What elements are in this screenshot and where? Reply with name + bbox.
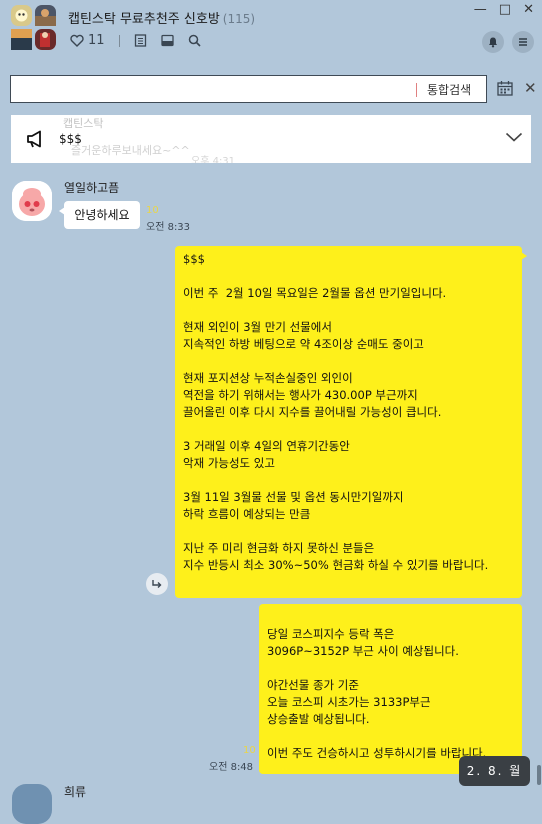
message-bubble[interactable]: $$$ 이번 주 2월 10일 목요일은 2월물 옵션 만기일입니다. 현재 외…: [175, 246, 527, 598]
search-icon[interactable]: [188, 34, 201, 47]
member-avatar: [35, 29, 56, 50]
message-line: $$$: [183, 252, 205, 266]
close-button[interactable]: ✕: [523, 2, 534, 17]
message-line: 오늘 코스피 시초가는 3133P부근: [267, 695, 431, 709]
message-line: [183, 523, 514, 540]
notification-button[interactable]: [482, 31, 504, 53]
message-line: [183, 302, 514, 319]
message-line: [267, 728, 514, 745]
minimize-button[interactable]: —: [474, 2, 487, 17]
document-icon[interactable]: [134, 34, 147, 47]
message-line: 현재 외인이 3월 만기 선물에서: [183, 320, 332, 334]
message-line: 지속적인 하방 베팅으로 약 4조이상 순매도 중이고: [183, 337, 424, 351]
heart-icon: [70, 34, 84, 47]
message-line: 현재 포지션상 누적손실중인 외인이: [183, 371, 353, 385]
member-avatar: [11, 5, 32, 26]
sender-name: 희류: [64, 785, 87, 799]
message-bubble[interactable]: 안녕하세요: [59, 201, 140, 229]
menu-button[interactable]: [512, 31, 534, 53]
message-line: 끌어올린 이후 다시 지수를 끌어내릴 가능성이 큽니다.: [183, 405, 442, 419]
room-name: 캡틴스탁 무료추천주 신호방: [68, 12, 220, 27]
member-count: (115): [222, 12, 256, 26]
likes-button[interactable]: 11: [70, 33, 105, 48]
message-line: 야간선물 종가 기준: [267, 678, 359, 692]
chevron-down-icon[interactable]: [505, 131, 523, 143]
unread-count: 10: [243, 745, 256, 756]
message-line: 3096P~3152P 부근 사이 예상됩니다.: [267, 644, 459, 658]
search-divider: [416, 83, 417, 97]
message-line: 당일 코스피지수 등락 폭은: [267, 627, 395, 641]
menu-icon: [519, 38, 527, 46]
faded-message: 즐거운하루보내세요~^^: [71, 144, 190, 157]
scrollbar-thumb[interactable]: [537, 765, 541, 785]
sender-name: 열일하고픔: [64, 181, 120, 195]
room-toolbar: 11: [70, 33, 201, 48]
share-arrow-icon: [152, 580, 162, 588]
maximize-button[interactable]: □: [499, 2, 511, 17]
faded-sender-name: 캡틴스탁: [63, 117, 104, 130]
message-line: 역전을 하기 위해서는 행사가 430.00P 부근까지: [183, 388, 418, 402]
message-line: [183, 472, 514, 489]
faded-time: 오후 4:31: [191, 156, 236, 163]
avatar[interactable]: [12, 784, 52, 824]
date-badge: 2. 8. 월: [459, 756, 530, 786]
message-bubble[interactable]: 당일 코스피지수 등락 폭은 3096P~3152P 부근 사이 예상됩니다. …: [259, 604, 522, 774]
message-time: 오전 8:33: [146, 222, 191, 233]
toolbar-divider: [118, 34, 120, 47]
message-line: [183, 421, 514, 438]
message-line: [183, 268, 514, 285]
notice-text: $$$: [59, 132, 82, 146]
inbox-icon[interactable]: [160, 34, 174, 47]
megaphone-icon: [27, 130, 41, 148]
member-avatar: [35, 5, 56, 26]
avatar[interactable]: [12, 181, 52, 221]
message-line: 3월 11일 3월물 선물 및 옵션 동시만기일까지: [183, 490, 404, 504]
message-line: [183, 353, 514, 370]
window-controls: — □ ✕: [474, 2, 534, 17]
room-title: 캡틴스탁 무료추천주 신호방 (115): [68, 8, 255, 27]
room-profile-collage[interactable]: [11, 5, 59, 53]
member-avatar: [11, 29, 32, 50]
calendar-icon[interactable]: [497, 80, 513, 96]
message-line: 악재 가능성도 있고: [183, 456, 275, 470]
bell-icon: [489, 37, 497, 48]
message-time: 오전 8:48: [209, 762, 254, 773]
share-button[interactable]: [146, 573, 168, 595]
likes-count: 11: [88, 33, 105, 48]
message-line: [267, 660, 514, 677]
integrated-search-button[interactable]: 통합검색: [427, 81, 471, 98]
message-line: 3 거래일 이후 4일의 연휴기간동안: [183, 439, 350, 453]
search-bar: 통합검색 ✕: [0, 72, 542, 108]
message-line: 지난 주 미리 현금화 하지 못하신 분들은: [183, 541, 375, 555]
chat-room-header: 캡틴스탁 무료추천주 신호방 (115) — □ ✕ 11: [0, 0, 542, 60]
message-line: 하락 흐름이 예상되는 만큼: [183, 507, 311, 521]
unread-count: 10: [146, 205, 159, 216]
notice-banner[interactable]: 캡틴스탁 즐거운하루보내세요~^^ 오후 4:31 $$$: [11, 115, 531, 163]
close-search-button[interactable]: ✕: [524, 79, 537, 97]
search-box: 통합검색: [10, 75, 487, 103]
room-actions: [482, 31, 534, 53]
message-line: 상승출발 예상됩니다.: [267, 712, 370, 726]
message-line: 이번 주 2월 10일 목요일은 2월물 옵션 만기일입니다.: [183, 286, 447, 300]
search-input[interactable]: [21, 80, 410, 100]
message-line: 지수 반등시 최소 30%~50% 현금화 하실 수 있기를 바랍니다.: [183, 558, 489, 572]
